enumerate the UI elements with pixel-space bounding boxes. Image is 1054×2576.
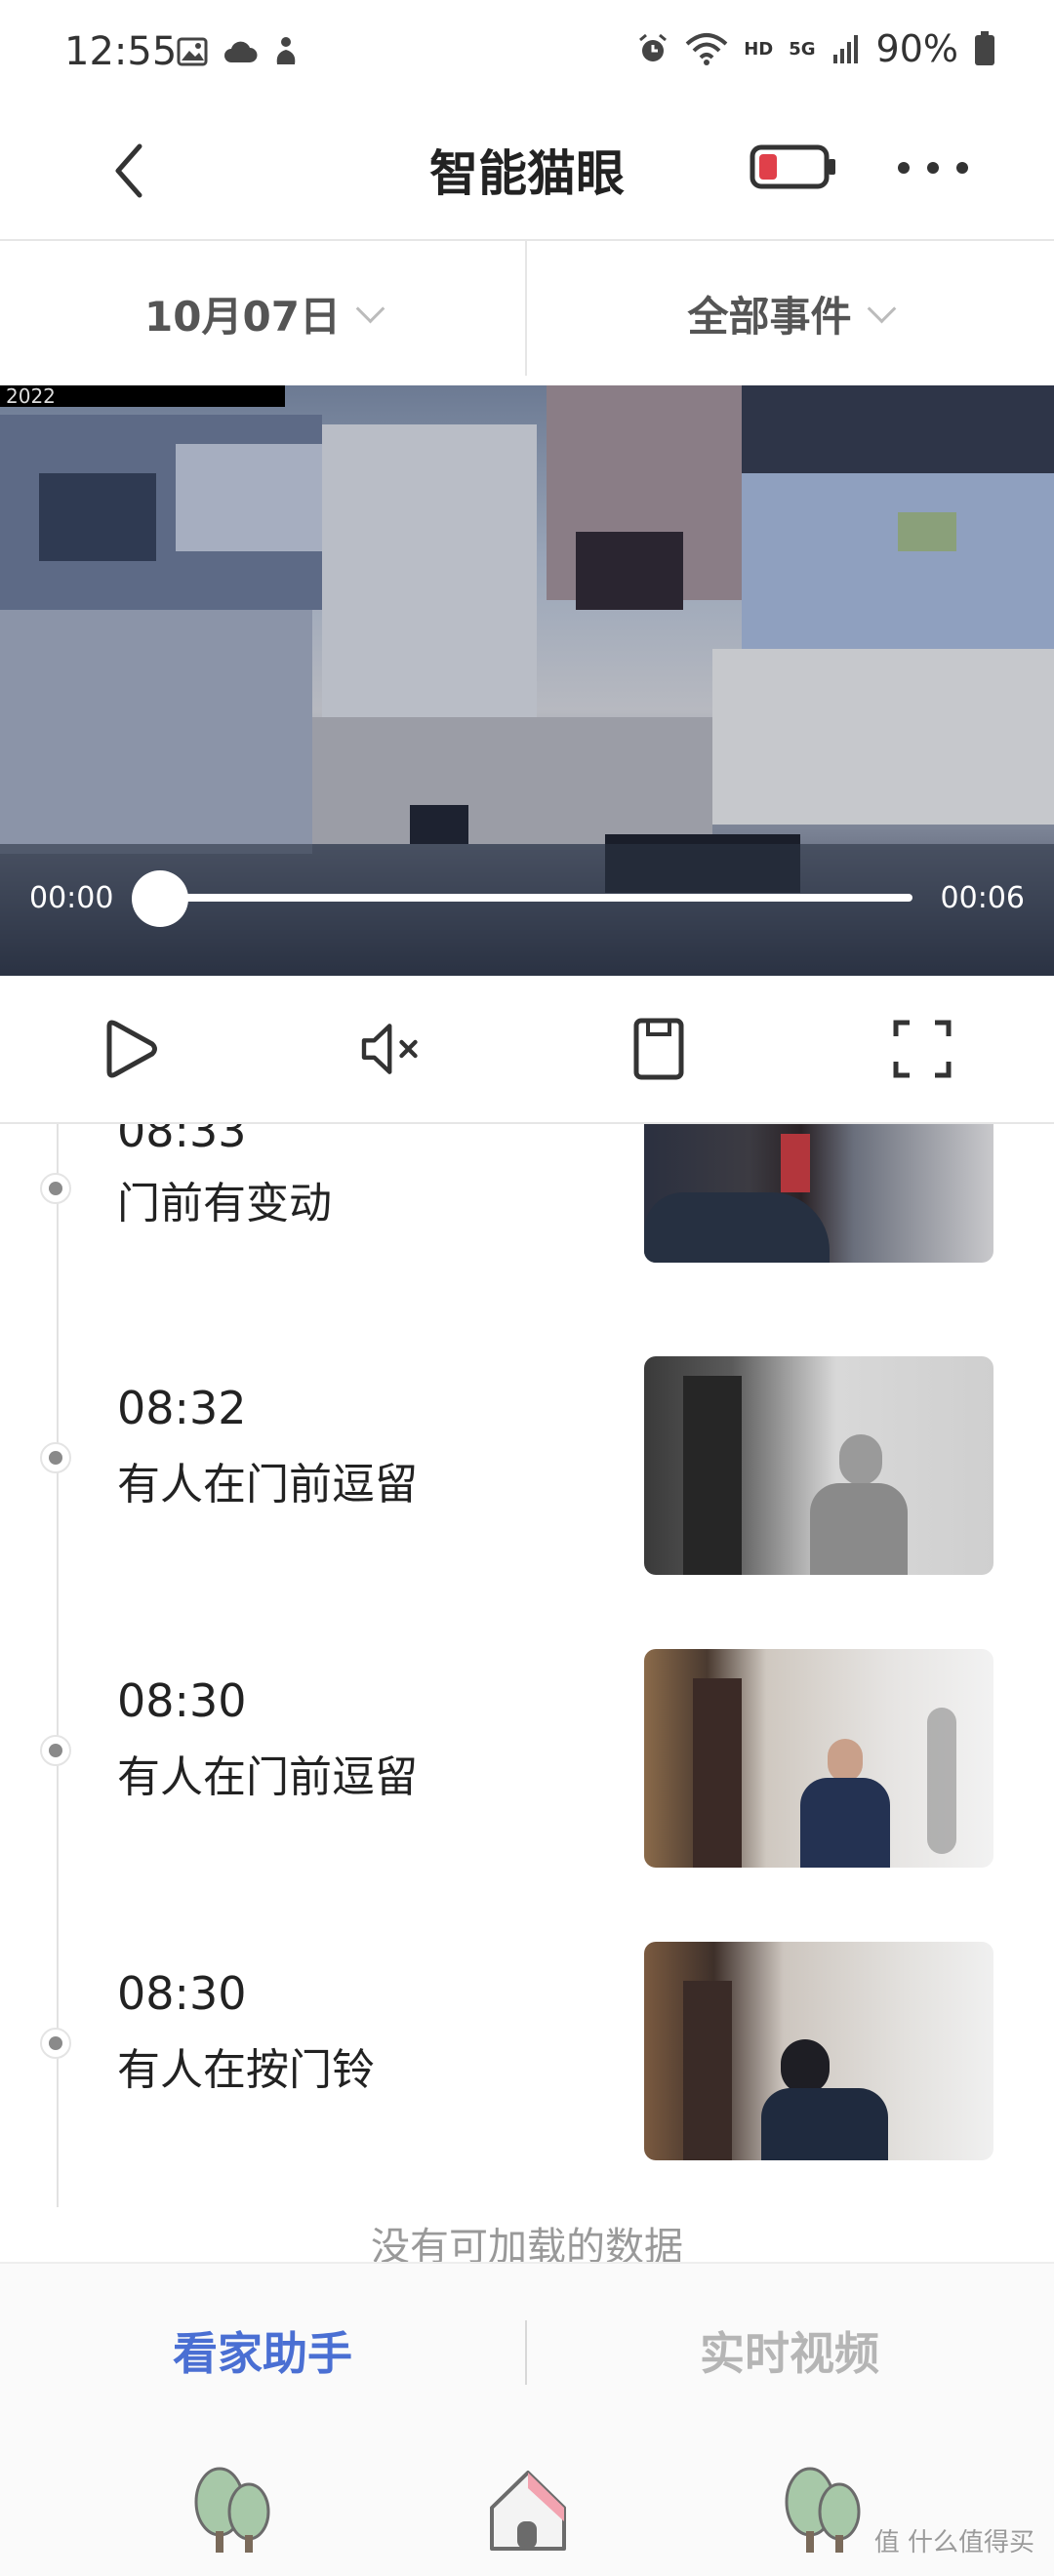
app-bar: 智能猫眼 — [0, 107, 1054, 241]
tab-home-assistant[interactable]: 看家助手 — [0, 2264, 525, 2437]
notification-icons — [176, 35, 301, 68]
player-controls — [0, 976, 1054, 1124]
timeline-dot — [40, 1442, 71, 1473]
progress-track[interactable] — [161, 894, 912, 902]
fullscreen-icon[interactable] — [888, 1015, 956, 1083]
signal-icon — [832, 35, 858, 63]
filter-bar: 10月07日 全部事件 — [0, 241, 1054, 385]
wifi-icon — [685, 33, 728, 65]
event-time: 08:33 — [117, 1124, 247, 1157]
event-thumbnail[interactable] — [644, 1649, 993, 1868]
watermark: 值 什么值得买 — [873, 2528, 1034, 2557]
play-icon[interactable] — [96, 1015, 164, 1083]
current-time: 00:00 — [29, 881, 114, 915]
event-thumbnail[interactable] — [644, 1124, 993, 1263]
alarm-icon — [639, 33, 668, 61]
video-player[interactable]: 2022 00:00 00:06 — [0, 385, 1054, 976]
event-type-filter[interactable]: 全部事件 — [527, 241, 1052, 385]
hd-label: HD — [744, 38, 774, 60]
house-icon[interactable] — [484, 2463, 572, 2556]
tree-icon[interactable] — [781, 2463, 865, 2556]
page-title: 智能猫眼 — [429, 145, 625, 202]
date-filter-label: 10月07日 — [144, 292, 341, 341]
total-duration: 00:06 — [940, 881, 1025, 915]
event-description: 有人在门前逗留 — [117, 1460, 418, 1509]
event-list[interactable]: 08:33 门前有变动 08:32 有人在门前逗留 08:30 有人在门前逗留 … — [0, 1124, 1054, 2262]
video-timestamp-overlay: 2022 — [0, 385, 285, 407]
gallery-icon — [177, 37, 208, 66]
tree-icon[interactable] — [190, 2463, 274, 2556]
network-label: 5G — [789, 38, 816, 60]
status-right: HD 5G 90% — [636, 27, 995, 70]
event-item[interactable]: 08:30 有人在按门铃 — [0, 1942, 1054, 2166]
mute-icon[interactable] — [357, 1015, 426, 1083]
sd-card-icon[interactable] — [625, 1015, 693, 1083]
event-description: 有人在门前逗留 — [117, 1752, 418, 1802]
bottom-nav: 值 什么值得买 — [0, 2435, 1054, 2576]
more-options-icon[interactable] — [898, 162, 968, 174]
device-battery-icon[interactable] — [750, 142, 837, 191]
event-type-label: 全部事件 — [687, 292, 852, 341]
progress-handle[interactable] — [132, 870, 188, 927]
event-thumbnail[interactable] — [644, 1356, 993, 1575]
event-description: 有人在按门铃 — [117, 2045, 375, 2095]
date-filter[interactable]: 10月07日 — [0, 241, 525, 385]
event-item[interactable]: 08:33 门前有变动 — [0, 1124, 1054, 1329]
cloud-icon — [224, 41, 258, 62]
battery-percent: 90% — [875, 27, 958, 70]
event-item[interactable]: 08:30 有人在门前逗留 — [0, 1649, 1054, 1873]
timeline-dot — [40, 2028, 71, 2059]
event-time: 08:30 — [117, 1967, 247, 2020]
tab-live-video[interactable]: 实时视频 — [527, 2264, 1052, 2437]
status-time: 12:55 — [64, 29, 178, 74]
status-bar: 12:55 HD 5G 90% — [0, 0, 1054, 107]
chevron-down-icon — [867, 294, 896, 323]
battery-icon — [975, 31, 994, 65]
timeline-dot — [40, 1735, 71, 1766]
no-more-data-label: 没有可加载的数据 — [371, 2225, 683, 2262]
timeline-dot — [40, 1173, 71, 1204]
event-time: 08:32 — [117, 1382, 247, 1434]
bottom-tab-bar: 看家助手 实时视频 — [0, 2262, 1054, 2437]
event-item[interactable]: 08:32 有人在门前逗留 — [0, 1356, 1054, 1581]
chevron-down-icon — [355, 294, 385, 323]
event-thumbnail[interactable] — [644, 1942, 993, 2160]
app-notify-icon — [276, 37, 296, 64]
event-description: 门前有变动 — [117, 1179, 332, 1228]
event-time: 08:30 — [117, 1674, 247, 1727]
